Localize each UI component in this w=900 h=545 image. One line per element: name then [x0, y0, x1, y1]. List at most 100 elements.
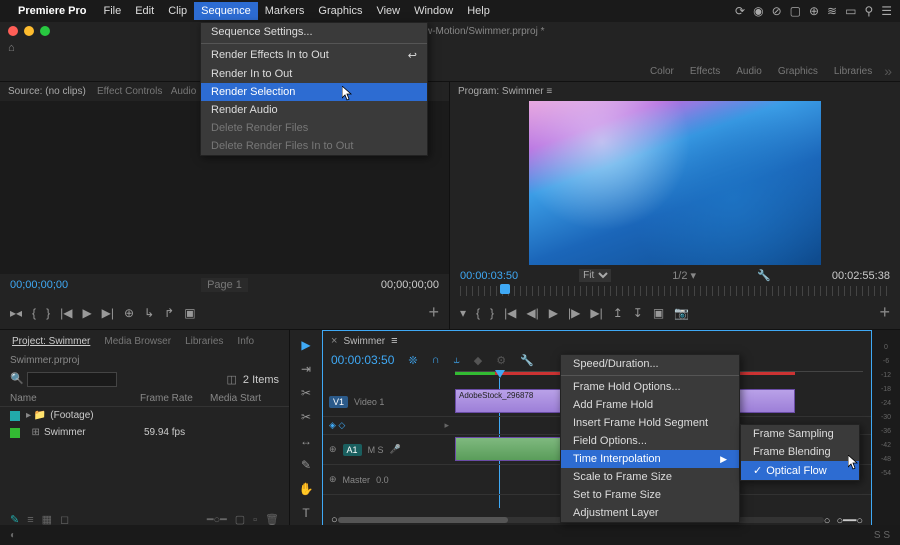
more-tabs-icon[interactable]: »: [884, 63, 892, 79]
workspace-tab-graphics[interactable]: Graphics: [770, 63, 826, 80]
step-fwd-icon[interactable]: |▶: [568, 306, 580, 320]
a-toggle-icon[interactable]: ⊕: [329, 474, 337, 485]
settings-icon[interactable]: ⚙: [496, 354, 506, 367]
selection-tool-icon[interactable]: ▶: [301, 338, 310, 352]
cast-icon[interactable]: ▢: [790, 4, 801, 18]
mark-in2-icon[interactable]: {: [476, 306, 480, 320]
project-list[interactable]: ▸ 📁(Footage) ⊞Swimmer59.94 fps: [0, 407, 289, 509]
workspace-tab-color[interactable]: Color: [642, 63, 682, 80]
menu-item[interactable]: Render In to Out: [201, 65, 427, 83]
menu-edit[interactable]: Edit: [128, 2, 161, 20]
menu-clip[interactable]: Clip: [161, 2, 194, 20]
link-icon[interactable]: ⥿: [454, 354, 460, 367]
src-insert-icon[interactable]: ↳: [144, 306, 154, 320]
menu-file[interactable]: File: [96, 2, 128, 20]
project-tab[interactable]: Libraries: [179, 334, 229, 349]
project-tab[interactable]: Media Browser: [98, 334, 177, 349]
magnet-icon[interactable]: ∩: [432, 354, 440, 366]
lift-icon[interactable]: ↥: [613, 306, 623, 320]
razor-tool-icon[interactable]: ✂: [301, 410, 311, 424]
overwrite-icon[interactable]: }: [46, 306, 50, 320]
workspace-tab-audio[interactable]: Audio: [728, 63, 770, 80]
menu-item[interactable]: Render Effects In to Out↩: [201, 46, 427, 65]
fit-dropdown[interactable]: Fit: [579, 269, 611, 282]
mark-in-icon[interactable]: ▾: [460, 306, 466, 320]
sync-icon[interactable]: ⟳: [735, 4, 745, 18]
step-fwd-icon[interactable]: ▶|: [102, 306, 114, 320]
go-in-icon[interactable]: |◀: [504, 306, 516, 320]
timeline-playhead-icon[interactable]: [495, 370, 505, 378]
context-item[interactable]: Insert Frame Hold Segment: [561, 414, 739, 432]
export-frame-icon[interactable]: ⊕: [124, 306, 134, 320]
timeline-tc[interactable]: 00:00:03:50: [331, 353, 394, 367]
menu-view[interactable]: View: [369, 2, 407, 20]
context-item[interactable]: Field Options...: [561, 432, 739, 450]
clip-indicator-icon[interactable]: ◐: [10, 530, 16, 541]
step-back-icon[interactable]: ◀|: [526, 306, 538, 320]
sequence-name[interactable]: Swimmer: [343, 336, 385, 347]
marker-icon[interactable]: ◆: [474, 354, 482, 367]
program-tc-left[interactable]: 00:00:03:50: [460, 270, 518, 282]
insert-icon[interactable]: {: [32, 306, 36, 320]
user-icon[interactable]: ⊘: [772, 4, 782, 18]
context-item[interactable]: ✓Optical Flow: [741, 461, 859, 480]
close-timeline-icon[interactable]: ×: [331, 335, 337, 347]
wifi-icon[interactable]: ≋: [827, 4, 837, 18]
search-icon[interactable]: ⚲: [864, 4, 873, 18]
program-viewer[interactable]: [450, 101, 900, 265]
col-name[interactable]: Name: [10, 393, 140, 404]
context-item[interactable]: Time Interpolation▶: [561, 450, 739, 468]
track-a1-header[interactable]: ⊕ A1 M S 🎤: [323, 435, 455, 465]
source-tab-audio[interactable]: Audio: [171, 86, 197, 97]
context-item[interactable]: Frame Blending: [741, 443, 859, 461]
project-search-input[interactable]: [27, 372, 117, 387]
play-icon[interactable]: ▶: [82, 306, 91, 320]
add-panel-icon[interactable]: +: [428, 302, 439, 323]
slip-tool-icon[interactable]: ↔: [300, 434, 312, 448]
track-master-header[interactable]: ⊕ Master 0.0: [323, 465, 455, 495]
menu-icon[interactable]: ☰: [881, 4, 892, 18]
src-overwrite-icon[interactable]: ↱: [164, 306, 174, 320]
scale-label[interactable]: 1/2: [672, 270, 687, 282]
context-item[interactable]: Adjustment Layer: [561, 504, 739, 522]
menu-item[interactable]: Render Selection: [201, 83, 427, 101]
type-tool-icon[interactable]: T: [302, 506, 309, 520]
menu-item[interactable]: Render Audio: [201, 101, 427, 119]
a1-toggle-icon[interactable]: ⊕: [329, 444, 337, 455]
camera-icon[interactable]: ▣: [184, 306, 195, 320]
battery-icon[interactable]: ▭: [845, 4, 856, 18]
menu-markers[interactable]: Markers: [258, 2, 312, 20]
source-page[interactable]: Page 1: [201, 278, 248, 292]
context-item[interactable]: Scale to Frame Size: [561, 468, 739, 486]
list-view-icon[interactable]: ≡: [27, 514, 33, 526]
playhead-icon[interactable]: [500, 284, 510, 294]
track-select-icon[interactable]: ⇥: [301, 362, 311, 376]
col-start[interactable]: Media Start: [210, 393, 261, 404]
play-icon[interactable]: ▶: [549, 306, 558, 320]
context-item[interactable]: Set to Frame Size: [561, 486, 739, 504]
mic-icon[interactable]: 🎤: [390, 444, 401, 455]
bluetooth-icon[interactable]: ⊕: [809, 4, 819, 18]
workspace-tab-libraries[interactable]: Libraries: [826, 63, 880, 80]
menu-item[interactable]: Sequence Settings...: [201, 23, 427, 41]
search-icon[interactable]: 🔍: [10, 373, 24, 385]
menu-window[interactable]: Window: [407, 2, 460, 20]
track-v1-header[interactable]: V1 Video 1: [323, 387, 455, 417]
context-item[interactable]: Frame Hold Options...: [561, 378, 739, 396]
project-tab[interactable]: Project: Swimmer: [6, 334, 96, 349]
new-item-icon[interactable]: ▫: [253, 514, 257, 526]
add-panel-icon[interactable]: +: [879, 302, 890, 323]
context-item[interactable]: Speed/Duration...: [561, 355, 739, 373]
menu-sequence[interactable]: Sequence: [194, 2, 258, 20]
workspace-tab-effects[interactable]: Effects: [682, 63, 728, 80]
step-back-icon[interactable]: |◀: [60, 306, 72, 320]
mark-out-icon[interactable]: }: [490, 306, 494, 320]
hand-tool-icon[interactable]: ✋: [299, 482, 314, 496]
context-item[interactable]: Frame Sampling: [741, 425, 859, 443]
app-name[interactable]: Premiere Pro: [18, 5, 86, 17]
project-item[interactable]: ⊞Swimmer59.94 fps: [4, 424, 285, 441]
home-button[interactable]: ⌂: [0, 42, 900, 60]
export-icon[interactable]: ▣: [653, 306, 664, 320]
context-item[interactable]: Add Frame Hold: [561, 396, 739, 414]
ripple-tool-icon[interactable]: ✂: [301, 386, 311, 400]
